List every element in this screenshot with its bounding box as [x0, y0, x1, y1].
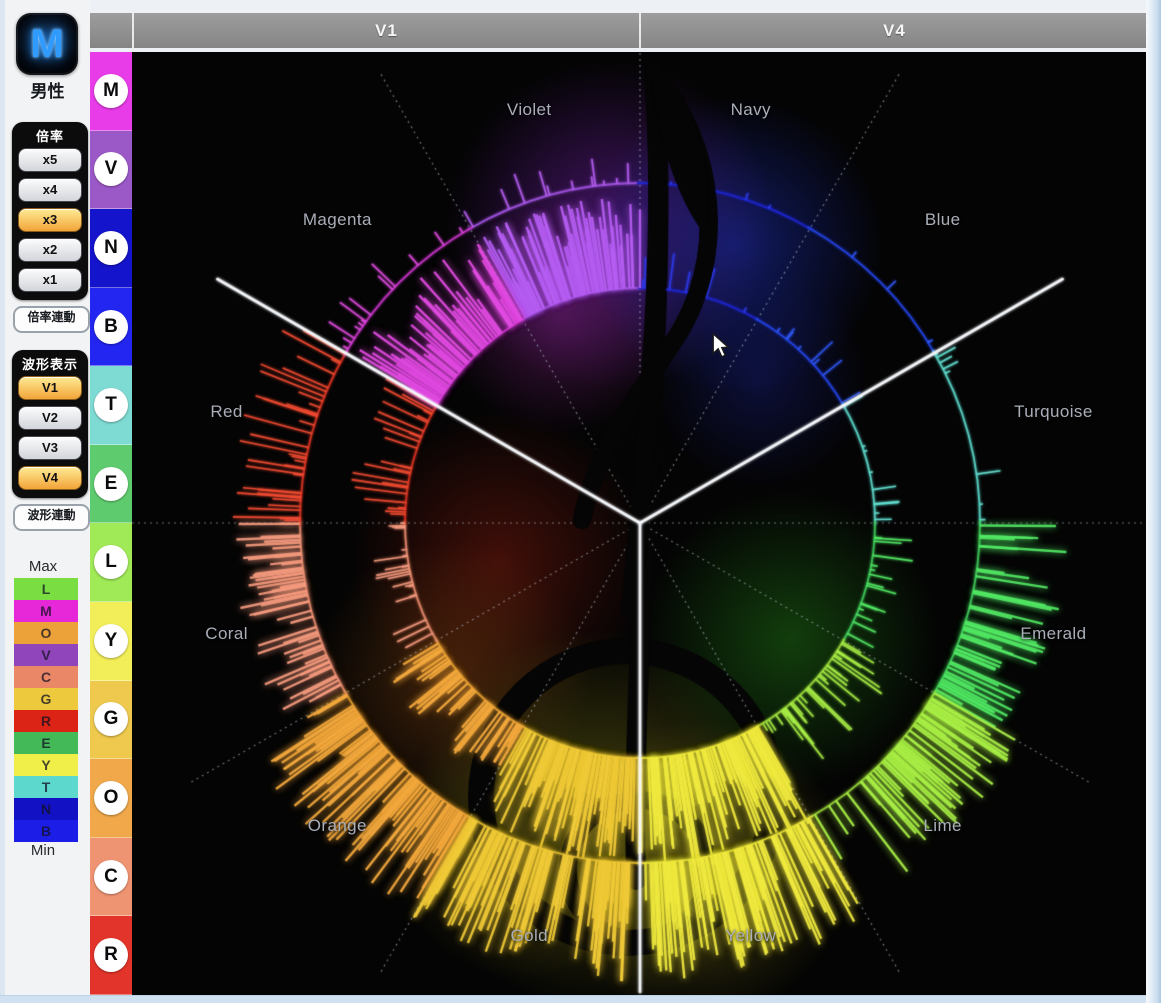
legend-row-B: B	[14, 820, 78, 842]
sector-label-emerald: Emerald	[1020, 624, 1086, 644]
note-strip-cell-V[interactable]: V	[90, 131, 132, 210]
sector-label-violet: Violet	[507, 100, 552, 120]
waveform-button-v2[interactable]: V2	[18, 406, 82, 430]
magnification-button-x5[interactable]: x5	[18, 148, 82, 172]
note-strip-cell-C[interactable]: C	[90, 838, 132, 917]
waveform-button-v4[interactable]: V4	[18, 466, 82, 490]
legend-max-label: Max	[5, 558, 81, 575]
magnification-button-x1[interactable]: x1	[18, 268, 82, 292]
note-strip-cell-B[interactable]: B	[90, 288, 132, 367]
note-strip-cell-E[interactable]: E	[90, 445, 132, 524]
note-strip-cell-Y[interactable]: Y	[90, 602, 132, 681]
legend-row-Y: Y	[14, 754, 78, 776]
note-strip-letter-N: N	[94, 231, 128, 265]
spectrum-visualization: Violet Navy Blue Turquoise Emerald Lime Yellow…	[132, 52, 1148, 995]
legend-row-O: O	[14, 622, 78, 644]
voice-logo-label: 男性	[5, 77, 90, 102]
header-section-v4: V4	[641, 13, 1148, 48]
app-window: V1 V4 M 男性 倍率 x5x4x3x2x1 倍率連動 波形表示 V1V2V…	[0, 0, 1161, 1003]
voice-logo-icon[interactable]: M	[16, 13, 78, 75]
note-strip-cell-M[interactable]: M	[90, 52, 132, 131]
note-strip-letter-B: B	[94, 310, 128, 344]
waveform-panel-title: 波形表示	[12, 350, 88, 376]
sector-label-navy: Navy	[731, 100, 771, 120]
note-strip-letter-V: V	[94, 152, 128, 186]
sector-label-yellow: Yellow	[725, 926, 776, 946]
waveform-link-button[interactable]: 波形連動	[13, 504, 90, 531]
waveform-button-group: V1 V2 V3 V4	[12, 376, 88, 490]
spectrum-visualization-canvas	[132, 52, 1148, 995]
header-section-v1: V1	[134, 13, 639, 48]
sector-label-blue: Blue	[925, 210, 961, 230]
magnification-button-group: x5 x4 x3 x2 x1	[12, 148, 88, 292]
note-strip-letter-T: T	[94, 388, 128, 422]
sector-label-red: Red	[210, 402, 242, 422]
voice-logo-letter: M	[30, 22, 63, 67]
note-strip-cell-N[interactable]: N	[90, 209, 132, 288]
legend-row-N: N	[14, 798, 78, 820]
legend-row-L: L	[14, 578, 78, 600]
legend-row-E: E	[14, 732, 78, 754]
sector-label-orange: Orange	[308, 816, 367, 836]
legend-row-C: C	[14, 666, 78, 688]
top-header: V1 V4	[90, 13, 1148, 48]
legend-row-R: R	[14, 710, 78, 732]
magnification-button-x4[interactable]: x4	[18, 178, 82, 202]
magnification-button-x2[interactable]: x2	[18, 238, 82, 262]
window-edge-bottom	[0, 995, 1161, 1003]
note-strip-cell-L[interactable]: L	[90, 523, 132, 602]
note-strip-cell-T[interactable]: T	[90, 366, 132, 445]
level-color-legend: LMOVCGREYTNB	[14, 578, 78, 842]
sector-label-lime: Lime	[923, 816, 961, 836]
note-strip-letter-E: E	[94, 467, 128, 501]
note-strip-cell-O[interactable]: O	[90, 759, 132, 838]
note-strip-letter-O: O	[94, 781, 128, 815]
note-strip-letter-R: R	[94, 938, 128, 972]
sector-label-coral: Coral	[205, 624, 248, 644]
legend-row-G: G	[14, 688, 78, 710]
note-strip-letter-M: M	[94, 74, 128, 108]
sector-label-gold: Gold	[510, 926, 548, 946]
sidebar: M 男性 倍率 x5 x4 x3 x2 x1 倍率連動 波形表示 V1 V2 V3 V4 波形…	[5, 0, 90, 995]
note-strip-letter-Y: Y	[94, 624, 128, 658]
note-color-strip: M V N B T E L Y G O C R	[90, 52, 132, 995]
legend-row-V: V	[14, 644, 78, 666]
waveform-panel: 波形表示 V1 V2 V3 V4	[12, 350, 88, 498]
legend-row-M: M	[14, 600, 78, 622]
waveform-button-v1[interactable]: V1	[18, 376, 82, 400]
sector-label-magenta: Magenta	[303, 210, 372, 230]
magnification-link-button[interactable]: 倍率連動	[13, 306, 90, 333]
magnification-panel: 倍率 x5 x4 x3 x2 x1	[12, 122, 88, 300]
window-edge-right[interactable]	[1146, 0, 1161, 1003]
magnification-panel-title: 倍率	[12, 122, 88, 148]
legend-row-T: T	[14, 776, 78, 798]
note-strip-letter-G: G	[94, 702, 128, 736]
legend-min-label: Min	[5, 842, 81, 859]
note-strip-letter-C: C	[94, 860, 128, 894]
sector-label-turquoise: Turquoise	[1014, 402, 1093, 422]
note-strip-cell-R[interactable]: R	[90, 916, 132, 995]
note-strip-cell-G[interactable]: G	[90, 681, 132, 760]
magnification-button-x3[interactable]: x3	[18, 208, 82, 232]
note-strip-letter-L: L	[94, 545, 128, 579]
waveform-button-v3[interactable]: V3	[18, 436, 82, 460]
